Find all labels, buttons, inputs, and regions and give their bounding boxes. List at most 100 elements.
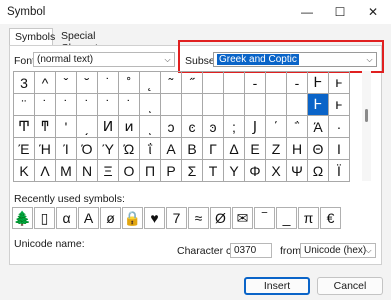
symbol-cell[interactable] bbox=[203, 72, 224, 94]
recent-symbol[interactable]: ≈ bbox=[188, 207, 209, 229]
symbol-cell[interactable]: Ν bbox=[77, 160, 98, 182]
symbol-cell[interactable]: ˛ bbox=[140, 72, 161, 94]
symbol-cell[interactable]: Ί bbox=[56, 138, 77, 160]
symbol-cell[interactable]: Λ bbox=[35, 160, 56, 182]
symbol-cell[interactable]: ; bbox=[224, 116, 245, 138]
grid-scrollbar[interactable] bbox=[362, 71, 371, 181]
symbol-cell[interactable] bbox=[224, 94, 245, 116]
recent-symbol[interactable]: π bbox=[298, 207, 319, 229]
subset-select[interactable]: Greek and Coptic ⌵ bbox=[213, 52, 377, 67]
symbol-cell[interactable]: ^ bbox=[35, 72, 56, 94]
symbol-cell[interactable]: Α bbox=[161, 138, 182, 160]
symbol-cell[interactable]: Ά bbox=[308, 116, 329, 138]
symbol-cell[interactable]: ˇ bbox=[56, 72, 77, 94]
recent-symbol[interactable]: 7 bbox=[166, 207, 187, 229]
symbol-cell[interactable]: ͱ bbox=[329, 94, 350, 116]
recent-symbol[interactable]: ▯ bbox=[34, 207, 55, 229]
symbol-cell[interactable]: Ϊ bbox=[329, 160, 350, 182]
symbol-cell[interactable]: ͺ bbox=[140, 116, 161, 138]
symbol-cell[interactable]: Ψ bbox=[287, 160, 308, 182]
symbol-cell[interactable]: Ξ bbox=[98, 160, 119, 182]
symbol-cell[interactable]: ˝ bbox=[182, 72, 203, 94]
tab-special-characters[interactable]: Special Characters bbox=[56, 28, 140, 54]
symbol-cell[interactable]: Ͱ bbox=[308, 72, 329, 94]
symbol-cell[interactable] bbox=[182, 94, 203, 116]
symbol-cell[interactable]: ˙ bbox=[98, 94, 119, 116]
symbol-cell[interactable] bbox=[161, 94, 182, 116]
symbol-cell[interactable]: ˙ bbox=[98, 72, 119, 94]
minimize-icon[interactable]: — bbox=[291, 0, 323, 24]
font-select[interactable]: (normal text) ⌵ bbox=[33, 52, 175, 67]
symbol-cell[interactable]: ͳ bbox=[35, 116, 56, 138]
symbol-cell[interactable]: ͱ bbox=[329, 72, 350, 94]
symbol-cell[interactable]: Ͷ bbox=[98, 116, 119, 138]
symbol-cell[interactable]: Ή bbox=[35, 138, 56, 160]
symbol-cell[interactable]: Δ bbox=[224, 138, 245, 160]
symbol-cell[interactable] bbox=[266, 72, 287, 94]
symbol-cell[interactable]: Β bbox=[182, 138, 203, 160]
symbol-cell[interactable]: ͽ bbox=[203, 116, 224, 138]
symbol-cell[interactable]: ΅ bbox=[287, 116, 308, 138]
symbol-cell[interactable]: Ι bbox=[329, 138, 350, 160]
symbol-cell[interactable]: ͼ bbox=[182, 116, 203, 138]
symbol-cell[interactable]: Ρ bbox=[161, 160, 182, 182]
recent-symbol[interactable]: Ø bbox=[210, 207, 231, 229]
symbol-cell[interactable]: ͵ bbox=[77, 116, 98, 138]
recent-symbol[interactable]: 🔒 bbox=[122, 207, 143, 229]
symbol-cell[interactable]: Ύ bbox=[98, 138, 119, 160]
symbol-cell[interactable]: Χ bbox=[266, 160, 287, 182]
symbol-cell[interactable]: Γ bbox=[203, 138, 224, 160]
symbol-cell[interactable]: Ζ bbox=[266, 138, 287, 160]
symbol-cell[interactable] bbox=[203, 94, 224, 116]
from-select[interactable]: Unicode (hex) ⌵ bbox=[300, 243, 376, 258]
symbol-cell[interactable]: Σ bbox=[182, 160, 203, 182]
symbol-cell[interactable]: Μ bbox=[56, 160, 77, 182]
symbol-cell[interactable]: ʹ bbox=[56, 116, 77, 138]
symbol-cell[interactable] bbox=[287, 94, 308, 116]
maximize-icon[interactable]: ☐ bbox=[324, 0, 356, 24]
symbol-cell[interactable]: ͺ bbox=[140, 94, 161, 116]
symbol-cell[interactable] bbox=[224, 72, 245, 94]
symbol-cell[interactable] bbox=[245, 94, 266, 116]
symbol-cell[interactable]: ˘ bbox=[77, 72, 98, 94]
symbol-cell[interactable]: Θ bbox=[308, 138, 329, 160]
symbol-cell[interactable]: ˙ bbox=[119, 94, 140, 116]
symbol-cell[interactable]: Φ bbox=[245, 160, 266, 182]
cancel-button[interactable]: Cancel bbox=[317, 277, 383, 295]
symbol-cell[interactable]: Ο bbox=[119, 160, 140, 182]
character-code-input[interactable]: 0370 bbox=[230, 243, 272, 258]
symbol-cell[interactable]: Ώ bbox=[119, 138, 140, 160]
recent-symbol[interactable]: ✉ bbox=[232, 207, 253, 229]
symbol-cell[interactable]: ͷ bbox=[119, 116, 140, 138]
scrollbar-thumb[interactable] bbox=[365, 109, 368, 122]
symbol-cell[interactable]: ͻ bbox=[161, 116, 182, 138]
symbol-cell[interactable]: ˚ bbox=[119, 72, 140, 94]
recent-symbol[interactable]: A bbox=[78, 207, 99, 229]
symbol-cell[interactable] bbox=[266, 94, 287, 116]
symbol-cell[interactable]: ˜ bbox=[161, 72, 182, 94]
symbol-cell[interactable]: Π bbox=[140, 160, 161, 182]
symbol-cell[interactable]: Ω bbox=[308, 160, 329, 182]
symbol-cell[interactable]: Ͱ bbox=[308, 94, 329, 116]
recent-symbol[interactable]: ‾ bbox=[254, 207, 275, 229]
symbol-cell[interactable]: Ό bbox=[77, 138, 98, 160]
close-icon[interactable]: ✕ bbox=[357, 0, 389, 24]
symbol-cell[interactable]: · bbox=[329, 116, 350, 138]
symbol-cell[interactable]: Η bbox=[287, 138, 308, 160]
symbol-cell[interactable]: ΐ bbox=[140, 138, 161, 160]
symbol-cell[interactable]: - bbox=[245, 72, 266, 94]
recent-symbol[interactable]: 🌲 bbox=[12, 207, 33, 229]
symbol-cell[interactable]: - bbox=[287, 72, 308, 94]
symbol-cell[interactable]: Ε bbox=[245, 138, 266, 160]
tab-symbols[interactable]: Symbols bbox=[9, 28, 55, 46]
insert-button[interactable]: Insert bbox=[244, 277, 310, 295]
recent-symbol[interactable]: ♥ bbox=[144, 207, 165, 229]
symbol-cell[interactable]: Τ bbox=[203, 160, 224, 182]
symbol-cell[interactable]: ˙ bbox=[77, 94, 98, 116]
recent-symbol[interactable]: _ bbox=[276, 207, 297, 229]
symbol-cell[interactable]: Ͳ bbox=[14, 116, 35, 138]
symbol-cell[interactable]: ˙ bbox=[56, 94, 77, 116]
recent-symbol[interactable]: ø bbox=[100, 207, 121, 229]
symbol-cell[interactable]: ¨ bbox=[14, 94, 35, 116]
symbol-cell[interactable]: ΄ bbox=[266, 116, 287, 138]
